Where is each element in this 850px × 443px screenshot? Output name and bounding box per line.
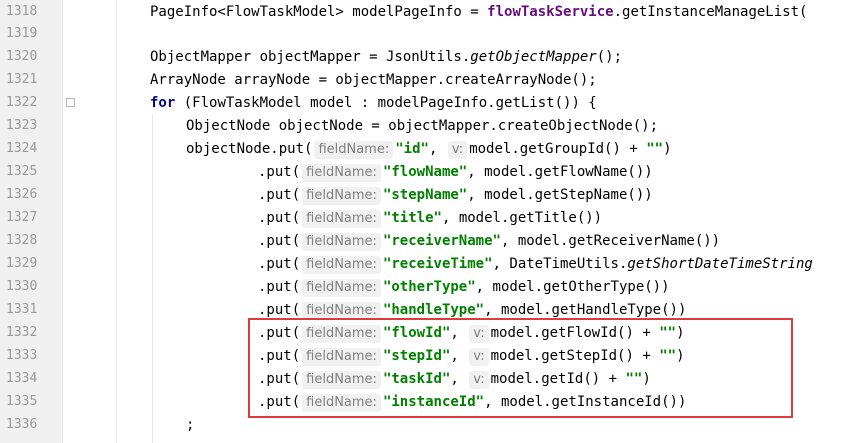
- code-line-1326: .put(fieldName: "stepName", model.getStep…: [258, 187, 653, 205]
- line-number: 1332: [6, 325, 38, 340]
- parameter-hint: v:: [447, 141, 468, 159]
- parameter-hint: fieldName:: [314, 141, 394, 159]
- line-number: 1333: [6, 348, 38, 363]
- line-number: 1328: [6, 233, 38, 248]
- parameter-hint: fieldName:: [302, 164, 381, 182]
- code-line-1320: ObjectMapper objectMapper = JsonUtils.ge…: [150, 49, 623, 65]
- code-line-1321: ArrayNode arrayNode = objectMapper.creat…: [150, 72, 597, 88]
- line-number: 1322: [6, 95, 38, 110]
- code-line-1322: for (FlowTaskModel model : modelPageInfo…: [150, 95, 597, 111]
- line-number: 1323: [6, 118, 38, 133]
- code-line-1323: ObjectNode objectNode = objectMapper.cre…: [186, 118, 659, 134]
- code-line-1330: .put(fieldName: "otherType", model.getOth…: [258, 279, 670, 297]
- line-number: 1321: [6, 72, 38, 87]
- line-number: 1335: [6, 394, 38, 409]
- code-line-1329: .put(fieldName: "receiveTime", DateTimeUt…: [258, 256, 813, 274]
- indent-guide: [152, 114, 153, 443]
- code-line-1324: objectNode.put(fieldName: "id", v: model.g…: [186, 141, 672, 159]
- line-number: 1318: [6, 4, 38, 19]
- line-number: 1331: [6, 302, 38, 317]
- code-line-1328: .put(fieldName: "receiverName", model.get…: [258, 233, 721, 251]
- line-number: 1319: [6, 26, 38, 41]
- line-number: 1336: [6, 417, 38, 432]
- code-line-1318: PageInfo<FlowTaskModel> modelPageInfo = …: [150, 4, 808, 20]
- line-number: 1320: [6, 49, 38, 64]
- parameter-hint: fieldName:: [302, 233, 381, 251]
- gutter-divider: [62, 0, 63, 443]
- line-number: 1329: [6, 256, 38, 271]
- parameter-hint: fieldName:: [302, 279, 381, 297]
- code-line-1327: .put(fieldName: "title", model.getTitle()…: [258, 210, 603, 228]
- line-number: 1326: [6, 187, 38, 202]
- line-number: 1334: [6, 371, 38, 386]
- parameter-hint: fieldName:: [302, 256, 381, 274]
- highlight-annotation-box: [248, 318, 793, 418]
- line-number: 1324: [6, 141, 38, 156]
- line-number: 1325: [6, 164, 38, 179]
- code-line-1336: ;: [186, 417, 195, 433]
- line-number: 1330: [6, 279, 38, 294]
- parameter-hint: fieldName:: [302, 210, 381, 228]
- code-line-1325: .put(fieldName: "flowName", model.getFlow…: [258, 164, 653, 182]
- fold-marker-icon[interactable]: [66, 98, 75, 107]
- line-number: 1327: [6, 210, 38, 225]
- indent-guide: [116, 0, 117, 443]
- parameter-hint: fieldName:: [302, 187, 381, 205]
